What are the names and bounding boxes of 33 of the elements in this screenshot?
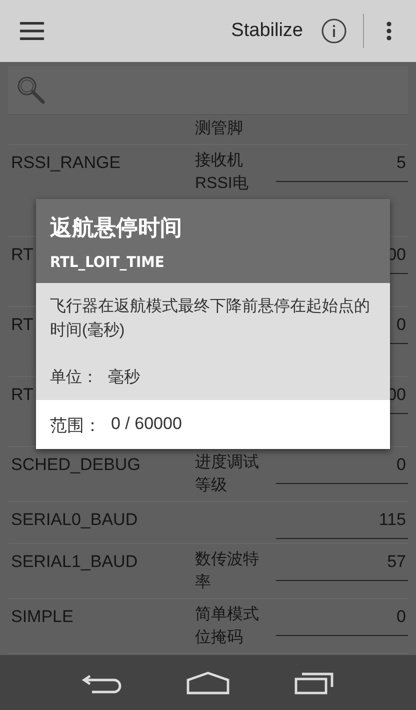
param-name: SCHED_DEBUG	[11, 455, 140, 474]
home-icon[interactable]	[186, 670, 230, 694]
range-value: 0 / 60000	[111, 414, 182, 435]
param-value-field[interactable]: 57	[276, 550, 408, 581]
param-value-field[interactable]: 0	[276, 453, 408, 484]
search-field[interactable]	[8, 66, 408, 115]
param-value-field[interactable]: 0	[276, 605, 408, 636]
param-name: RT	[11, 315, 34, 334]
param-description: 简单模式位掩码	[195, 606, 259, 646]
unit-label: 单位：	[50, 368, 98, 388]
app-title: Stabilize	[231, 20, 303, 42]
param-name: RT	[11, 385, 34, 404]
dialog-subtitle: RTL_LOIT_TIME	[50, 253, 166, 271]
param-description: 接收机RSSI电	[195, 152, 248, 192]
param-value-field[interactable]: 5	[276, 151, 408, 182]
unit-value: 毫秒	[108, 368, 140, 388]
info-icon[interactable]	[321, 18, 347, 44]
param-name: RSSI_RANGE	[11, 153, 121, 172]
param-description: 数传波特率	[195, 551, 259, 591]
dialog-title: 返航悬停时间	[50, 214, 183, 242]
param-name: SERIAL1_BAUD	[11, 552, 138, 571]
search-icon	[16, 75, 46, 105]
dialog-description: 飞行器在返航模式最终下降前悬停在起始点的时间(毫秒)	[50, 296, 371, 341]
param-name: RT	[11, 245, 34, 264]
range-label: 范围：	[50, 415, 101, 437]
menu-icon[interactable]	[20, 22, 44, 40]
overflow-menu-icon[interactable]	[386, 21, 392, 41]
param-name: SIMPLE	[11, 607, 74, 626]
param-description: 测管脚	[195, 120, 243, 137]
recent-apps-icon[interactable]	[294, 670, 334, 694]
param-value-field[interactable]: 115	[276, 508, 408, 539]
param-name: SERIAL0_BAUD	[11, 510, 138, 529]
param-description: 进度调试等级	[195, 454, 259, 494]
